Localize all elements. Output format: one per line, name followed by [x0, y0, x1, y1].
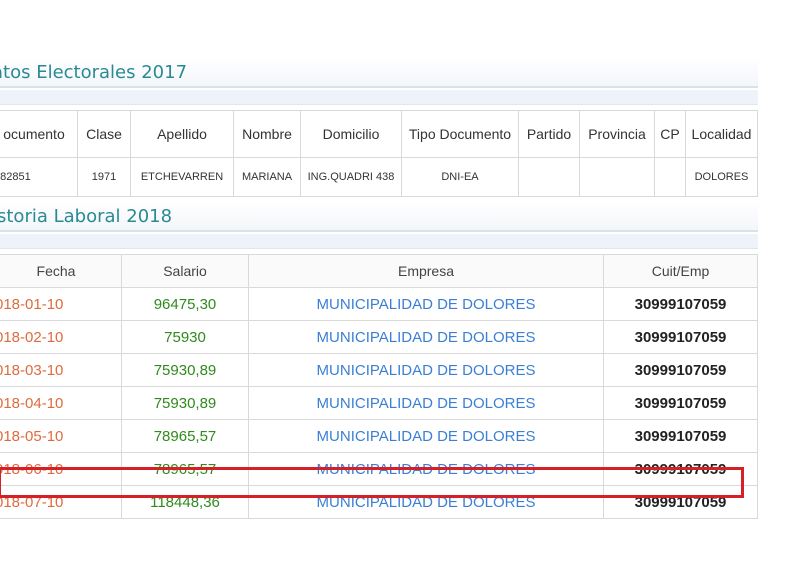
cell-fecha: 018-05-10	[0, 419, 122, 453]
cell-empresa: MUNICIPALIDAD DE DOLORES	[248, 419, 604, 453]
col-salario: Salario	[121, 254, 249, 288]
laboral-section-title: istoria Laboral 2018	[0, 202, 758, 232]
col-documento: ocumento	[0, 110, 78, 158]
col-localidad: Localidad	[685, 110, 758, 158]
laboral-header-row: Fecha Salario Empresa Cuit/Emp	[0, 254, 758, 288]
cell-salario: 96475,30	[121, 287, 249, 321]
col-domicilio: Domicilio	[300, 110, 402, 158]
cell-nombre: MARIANA	[233, 157, 301, 197]
cell-cuit: 30999107059	[603, 353, 758, 387]
cell-empresa: MUNICIPALIDAD DE DOLORES	[248, 287, 604, 321]
cell-empresa: MUNICIPALIDAD DE DOLORES	[248, 386, 604, 420]
col-cp: CP	[654, 110, 686, 158]
laboral-body: 018-01-10 96475,30 MUNICIPALIDAD DE DOLORE…	[0, 287, 758, 519]
cell-documento: 782851	[0, 157, 78, 197]
col-clase: Clase	[77, 110, 131, 158]
cell-salario: 78965,57	[121, 452, 249, 486]
laboral-band	[0, 234, 758, 249]
electoral-header-row: ocumento Clase Apellido Nombre Domicilio…	[0, 110, 758, 158]
electoral-title-text: atos Electorales 2017	[0, 62, 188, 83]
table-row: 018-01-10 96475,30 MUNICIPALIDAD DE DOLORE…	[0, 287, 758, 321]
cell-fecha: 018-03-10	[0, 353, 122, 387]
cell-cp	[654, 157, 686, 197]
cell-clase: 1971	[77, 157, 131, 197]
laboral-table: Fecha Salario Empresa Cuit/Emp 018-01-10…	[0, 254, 758, 519]
cell-localidad: DOLORES	[685, 157, 758, 197]
cell-empresa: MUNICIPALIDAD DE DOLORES	[248, 452, 604, 486]
laboral-title-text: istoria Laboral 2018	[0, 206, 173, 227]
col-fecha: Fecha	[0, 254, 122, 288]
cell-apellido: ETCHEVARREN	[130, 157, 234, 197]
table-row: 018-07-10 118448,36 MUNICIPALIDAD DE DOLOR…	[0, 485, 758, 519]
cell-fecha: 018-04-10	[0, 386, 122, 420]
cell-cuit: 30999107059	[603, 320, 758, 354]
table-row: 018-02-10 75930 MUNICIPALIDAD DE DOLORES 30…	[0, 320, 758, 354]
electoral-table: ocumento Clase Apellido Nombre Domicilio…	[0, 110, 758, 197]
cell-cuit: 30999107059	[603, 419, 758, 453]
cell-cuit: 30999107059	[603, 386, 758, 420]
cell-cuit: 30999107059	[603, 287, 758, 321]
cell-domicilio: ING.QUADRI 438	[300, 157, 402, 197]
col-provincia: Provincia	[579, 110, 655, 158]
cell-provincia	[579, 157, 655, 197]
cell-fecha: 018-06-10	[0, 452, 122, 486]
col-tipo-documento: Tipo Documento	[401, 110, 519, 158]
cell-fecha: 018-07-10	[0, 485, 122, 519]
cell-empresa: MUNICIPALIDAD DE DOLORES	[248, 353, 604, 387]
col-partido: Partido	[518, 110, 580, 158]
table-row: 018-04-10 75930,89 MUNICIPALIDAD DE DOLORE…	[0, 386, 758, 420]
electoral-data-row: 782851 1971 ETCHEVARREN MARIANA ING.QUAD…	[0, 157, 758, 197]
col-empresa: Empresa	[248, 254, 604, 288]
cell-salario: 118448,36	[121, 485, 249, 519]
col-apellido: Apellido	[130, 110, 234, 158]
cell-empresa: MUNICIPALIDAD DE DOLORES	[248, 320, 604, 354]
cell-cuit: 30999107059	[603, 452, 758, 486]
table-row: 018-05-10 78965,57 MUNICIPALIDAD DE DOLORE…	[0, 419, 758, 453]
cell-salario: 75930,89	[121, 386, 249, 420]
table-row: 018-06-10 78965,57 MUNICIPALIDAD DE DOLORE…	[0, 452, 758, 486]
col-cuit: Cuit/Emp	[603, 254, 758, 288]
cell-partido	[518, 157, 580, 197]
electoral-section-title: atos Electorales 2017	[0, 58, 758, 88]
cell-empresa: MUNICIPALIDAD DE DOLORES	[248, 485, 604, 519]
cell-cuit: 30999107059	[603, 485, 758, 519]
cell-fecha: 018-01-10	[0, 287, 122, 321]
table-row: 018-03-10 75930,89 MUNICIPALIDAD DE DOLORE…	[0, 353, 758, 387]
cell-tipo-documento: DNI-EA	[401, 157, 519, 197]
cell-salario: 78965,57	[121, 419, 249, 453]
col-nombre: Nombre	[233, 110, 301, 158]
cell-salario: 75930,89	[121, 353, 249, 387]
cell-fecha: 018-02-10	[0, 320, 122, 354]
cell-salario: 75930	[121, 320, 249, 354]
electoral-band	[0, 90, 758, 105]
